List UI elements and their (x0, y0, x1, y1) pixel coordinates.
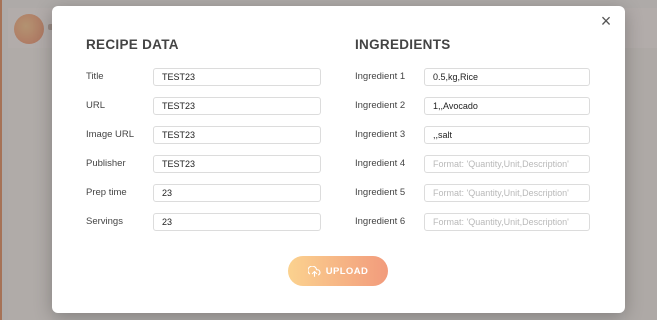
ingredient-1-input[interactable] (424, 68, 590, 86)
ingredient-5-row: Ingredient 5 (355, 184, 595, 204)
ingredient-5-label: Ingredient 5 (355, 187, 406, 198)
ingredient-2-input[interactable] (424, 97, 590, 115)
ingredient-2-row: Ingredient 2 (355, 97, 595, 117)
image-url-label: Image URL (86, 129, 135, 140)
servings-input[interactable] (153, 213, 321, 231)
prep-time-label: Prep time (86, 187, 127, 198)
ingredient-6-label: Ingredient 6 (355, 216, 406, 227)
close-icon[interactable]: × (598, 12, 614, 30)
url-input[interactable] (153, 97, 321, 115)
publisher-label: Publisher (86, 158, 126, 169)
upload-label: UPLOAD (325, 265, 369, 277)
servings-row: Servings (86, 213, 326, 233)
prep-time-row: Prep time (86, 184, 326, 204)
ingredient-2-label: Ingredient 2 (355, 100, 406, 111)
publisher-input[interactable] (153, 155, 321, 173)
ingredient-3-label: Ingredient 3 (355, 129, 406, 140)
ingredient-1-row: Ingredient 1 (355, 68, 595, 88)
title-input[interactable] (153, 68, 321, 86)
upload-recipe-modal: × RECIPE DATA INGREDIENTS Title URL Imag… (52, 6, 625, 313)
ingredient-4-label: Ingredient 4 (355, 158, 406, 169)
url-row: URL (86, 97, 326, 117)
upload-button[interactable]: UPLOAD (288, 256, 388, 286)
image-url-input[interactable] (153, 126, 321, 144)
ingredient-5-input[interactable] (424, 184, 590, 202)
upload-cloud-icon (307, 265, 321, 277)
recipe-data-heading: RECIPE DATA (86, 37, 179, 52)
ingredient-4-input[interactable] (424, 155, 590, 173)
prep-time-input[interactable] (153, 184, 321, 202)
image-url-row: Image URL (86, 126, 326, 146)
ingredient-4-row: Ingredient 4 (355, 155, 595, 175)
ingredient-1-label: Ingredient 1 (355, 71, 406, 82)
ingredient-6-row: Ingredient 6 (355, 213, 595, 233)
title-label: Title (86, 71, 104, 82)
ingredients-heading: INGREDIENTS (355, 37, 451, 52)
ingredient-3-input[interactable] (424, 126, 590, 144)
title-row: Title (86, 68, 326, 88)
ingredient-6-input[interactable] (424, 213, 590, 231)
ingredient-3-row: Ingredient 3 (355, 126, 595, 146)
servings-label: Servings (86, 216, 123, 227)
publisher-row: Publisher (86, 155, 326, 175)
url-label: URL (86, 100, 106, 111)
